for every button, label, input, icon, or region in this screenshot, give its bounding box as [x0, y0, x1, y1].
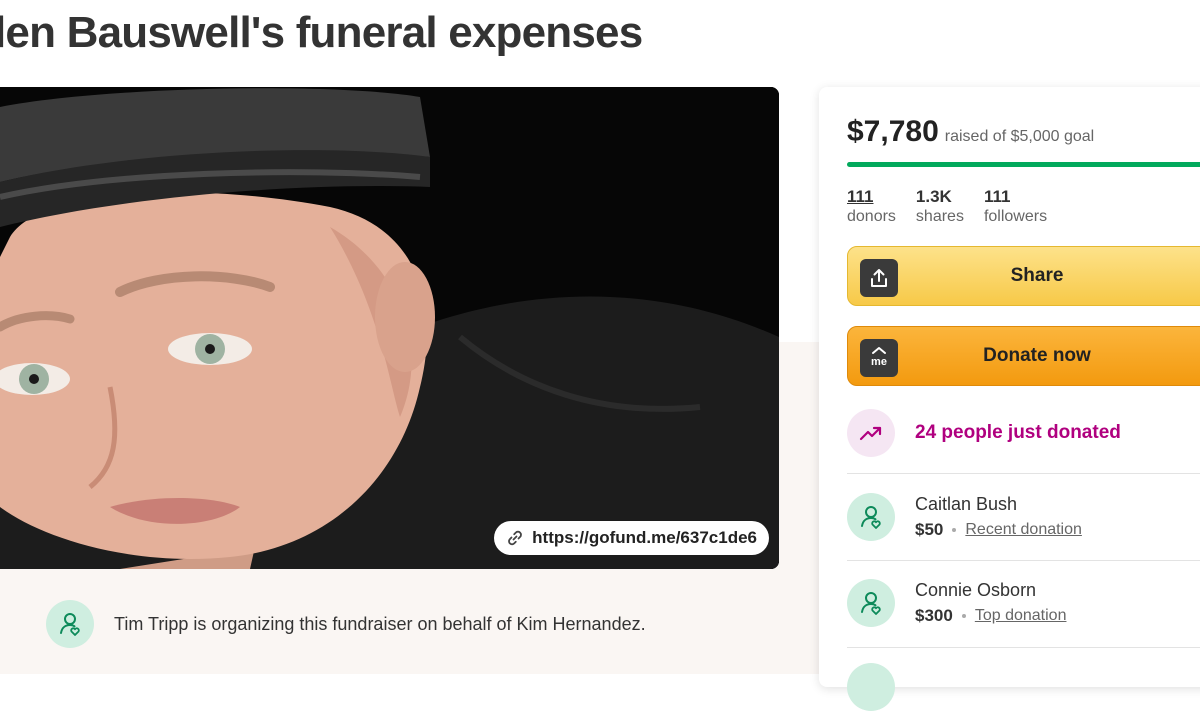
link-icon	[506, 529, 524, 547]
heart-hand-icon	[861, 506, 881, 529]
recent-activity: 24 people just donated	[847, 409, 1121, 457]
page-title: len Bauswell's funeral expenses	[0, 8, 643, 57]
donor-avatar	[847, 579, 895, 627]
donate-now-label: Donate now	[983, 345, 1091, 366]
share-button[interactable]: Share	[847, 246, 1200, 306]
donation-amount: $50	[915, 520, 944, 539]
recent-activity-text: 24 people just donated	[915, 422, 1121, 443]
stat-shares: 1.3K shares	[916, 187, 964, 227]
donation-amount: $300	[915, 606, 953, 625]
organizer-text: Tim Tripp is organizing this fundraiser …	[114, 613, 646, 634]
stat-label: shares	[915, 208, 964, 225]
donation-item: Connie Osborn $300 Top donation	[847, 579, 1066, 627]
stats-row: 111 donors 1.3K shares 111 followers	[847, 187, 1047, 227]
raised-summary: $7,780 raised of $5,000 goal	[847, 115, 1094, 149]
stat-label: donors	[847, 208, 896, 225]
hero-photo-illustration	[0, 87, 779, 569]
fundraiser-link[interactable]: https://gofund.me/637c1de6	[494, 521, 769, 555]
share-button-label: Share	[1010, 265, 1064, 286]
donor-avatar	[847, 663, 895, 711]
stat-followers: 111 followers	[984, 187, 1047, 227]
hero-photo: https://gofund.me/637c1de6	[0, 87, 779, 569]
heart-hand-icon	[861, 592, 881, 615]
trending-up-icon	[847, 409, 895, 457]
divider	[847, 473, 1200, 474]
stat-label: followers	[983, 208, 1048, 225]
raised-goal: raised of $5,000 goal	[944, 128, 1095, 145]
organizer-avatar	[46, 600, 94, 648]
gofundme-me-icon: me	[860, 339, 898, 377]
stat-donors[interactable]: 111 donors	[847, 187, 896, 227]
progress-bar-fill	[847, 162, 1200, 167]
separator-dot	[961, 614, 966, 618]
donor-name: Connie Osborn	[915, 580, 1037, 600]
donation-card: $7,780 raised of $5,000 goal 111 donors …	[819, 87, 1200, 711]
raised-amount: $7,780	[847, 115, 939, 148]
donation-tag-link[interactable]: Top donation	[975, 607, 1067, 625]
fundraiser-link-text: https://gofund.me/637c1de6	[532, 528, 757, 547]
stat-value: 1.3K	[915, 187, 952, 206]
donation-item: Caitlan Bush $50 Recent donation	[847, 493, 1082, 541]
upload-share-icon	[860, 259, 898, 297]
stat-value: 111	[847, 187, 874, 206]
donation-tag-link[interactable]: Recent donation	[965, 521, 1082, 539]
divider	[847, 647, 1200, 648]
donor-name: Caitlan Bush	[915, 494, 1018, 514]
donate-now-button[interactable]: me Donate now	[847, 326, 1200, 386]
progress-bar	[847, 162, 1200, 167]
divider	[847, 560, 1200, 561]
heart-hand-icon	[60, 613, 80, 636]
organizer-info: Tim Tripp is organizing this fundraiser …	[46, 600, 646, 648]
stat-value: 111	[983, 187, 1011, 206]
donor-avatar	[847, 493, 895, 541]
separator-dot	[952, 528, 957, 532]
